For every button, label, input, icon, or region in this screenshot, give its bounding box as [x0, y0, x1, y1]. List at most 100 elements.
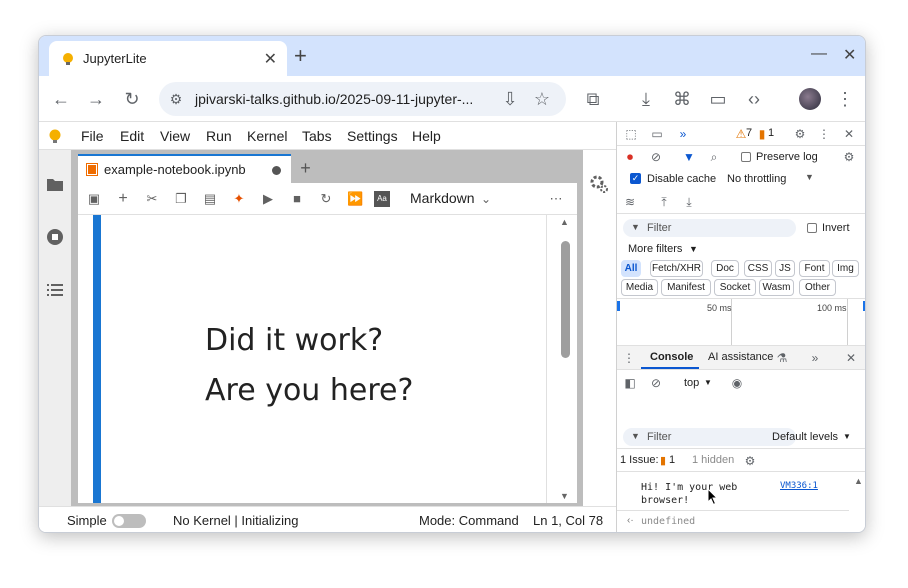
chip-css[interactable]: CSS — [744, 260, 772, 277]
context-chevron-icon[interactable]: ▼ — [704, 378, 712, 387]
close-drawer-icon[interactable]: ✕ — [843, 350, 859, 366]
timeline-handle-left[interactable] — [617, 301, 620, 311]
chip-font[interactable]: Font — [799, 260, 830, 277]
close-window-icon[interactable]: ✕ — [843, 45, 856, 65]
console-sidebar-icon[interactable]: ◧ — [622, 375, 638, 391]
reload-icon[interactable]: ↻ — [121, 88, 143, 110]
chevron-down-icon[interactable]: ⌄ — [478, 191, 494, 207]
new-tab-icon[interactable]: + — [294, 43, 307, 69]
translate-icon[interactable]: ⌘ — [671, 88, 693, 110]
menu-run[interactable]: Run — [206, 128, 232, 144]
more-filters-chevron-icon[interactable]: ▼ — [689, 244, 698, 254]
notebook-tab[interactable]: example-notebook.ipynb — [78, 154, 291, 183]
console-filter-input[interactable]: ▼ Filter — [623, 428, 796, 446]
console-scroll-up-icon[interactable]: ▲ — [854, 476, 863, 486]
simple-mode-toggle[interactable] — [112, 514, 146, 528]
log-levels-chevron-icon[interactable]: ▼ — [843, 432, 851, 441]
close-devtools-icon[interactable]: ✕ — [841, 126, 857, 142]
bookmark-star-icon[interactable]: ☆ — [531, 88, 553, 110]
record-icon[interactable]: ⏺ — [622, 149, 638, 165]
scroll-up-icon[interactable]: ▲ — [560, 217, 569, 227]
scroll-down-icon[interactable]: ▼ — [560, 491, 569, 501]
kernel-status[interactable]: No Kernel | Initializing — [173, 513, 299, 528]
tab-console[interactable]: Console — [641, 346, 699, 369]
menu-kernel[interactable]: Kernel — [247, 128, 287, 144]
menu-tabs[interactable]: Tabs — [302, 128, 332, 144]
chip-img[interactable]: Img — [832, 260, 859, 277]
network-settings-icon[interactable]: ⚙ — [841, 149, 857, 165]
settings-gear-icon[interactable]: ⚙ — [792, 126, 808, 142]
browser-tab[interactable]: JupyterLite ✕ — [49, 41, 287, 76]
cut-icon[interactable]: ✂ — [144, 191, 160, 207]
menu-file[interactable]: File — [81, 128, 104, 144]
more-tabs-icon[interactable]: » — [675, 126, 691, 142]
inspect-element-icon[interactable]: ⬚ — [623, 126, 639, 142]
run-all-icon[interactable]: ⏩ — [347, 191, 363, 207]
stop-icon[interactable]: ■ — [289, 191, 305, 207]
chip-doc[interactable]: Doc — [711, 260, 739, 277]
network-overview-timeline[interactable]: 50 ms 100 ms — [617, 298, 865, 346]
running-kernels-icon[interactable] — [46, 228, 64, 246]
devtools-menu-icon[interactable]: ⋮ — [816, 126, 832, 142]
import-har-icon[interactable]: ⤒ — [656, 194, 672, 210]
notebook-scrollbar[interactable] — [561, 241, 570, 358]
unsaved-dot-icon[interactable] — [272, 166, 281, 175]
more-filters-button[interactable]: More filters — [628, 243, 682, 255]
minimize-icon[interactable]: — — [811, 45, 827, 63]
timeline-handle-right[interactable] — [863, 301, 865, 311]
profile-avatar[interactable] — [799, 88, 821, 110]
menu-help[interactable]: Help — [412, 128, 441, 144]
jupyter-ai-icon[interactable]: ✦ — [231, 191, 247, 207]
chip-socket[interactable]: Socket — [714, 279, 756, 296]
drawer-menu-icon[interactable]: ⋮ — [621, 350, 637, 366]
chip-all[interactable]: All — [621, 260, 641, 277]
cursor-position[interactable]: Ln 1, Col 78 — [533, 513, 603, 528]
preserve-log-checkbox[interactable] — [741, 152, 751, 162]
close-tab-icon[interactable]: ✕ — [264, 49, 277, 69]
property-inspector-gear-icon[interactable] — [589, 174, 609, 194]
device-toolbar-icon[interactable]: ▭ — [707, 88, 729, 110]
more-menu-icon[interactable]: ⋮ — [834, 88, 856, 110]
more-options-icon[interactable]: ⋯ — [548, 191, 564, 207]
issues-flag-icon[interactable]: ▮ — [660, 454, 666, 467]
address-bar[interactable]: ⚙ jpivarski-talks.github.io/2025-09-11-j… — [159, 82, 566, 116]
clear-icon[interactable]: ⊘ — [648, 149, 664, 165]
device-mode-icon[interactable]: ▭ — [649, 126, 665, 142]
tab-ai-assistance[interactable]: AI assistance — [708, 351, 773, 363]
menu-edit[interactable]: Edit — [120, 128, 144, 144]
filter-funnel-icon[interactable]: ▼ — [681, 149, 697, 165]
text-format-icon[interactable]: Aa — [374, 191, 390, 207]
console-settings-icon[interactable]: ⚙ — [742, 453, 758, 469]
console-clear-icon[interactable]: ⊘ — [648, 375, 664, 391]
restart-icon[interactable]: ↻ — [318, 191, 334, 207]
file-browser-icon[interactable] — [46, 175, 64, 193]
save-icon[interactable]: ▣ — [86, 191, 102, 207]
live-expression-eye-icon[interactable]: ◉ — [729, 375, 745, 391]
log-source-link[interactable]: VM336:1 — [780, 481, 818, 491]
markdown-cell[interactable]: Did it work? Are you here? — [101, 215, 547, 503]
search-icon[interactable]: ⌕ — [706, 149, 722, 165]
extensions-icon[interactable]: ⧉ — [582, 88, 604, 110]
chip-media[interactable]: Media — [621, 279, 658, 296]
forward-icon[interactable]: → — [85, 88, 107, 110]
invert-checkbox[interactable] — [807, 223, 817, 233]
back-icon[interactable]: ← — [50, 88, 72, 110]
new-launcher-icon[interactable]: + — [291, 154, 320, 183]
cell-type-select[interactable]: Markdown — [410, 190, 475, 206]
devtools-code-icon[interactable]: ‹› — [743, 88, 765, 110]
copy-icon[interactable]: ❐ — [173, 191, 189, 207]
log-levels-select[interactable]: Default levels — [772, 431, 838, 443]
install-app-icon[interactable]: ⇩ — [499, 88, 521, 110]
chip-manifest[interactable]: Manifest — [661, 279, 711, 296]
chip-wasm[interactable]: Wasm — [759, 279, 794, 296]
menu-view[interactable]: View — [160, 128, 190, 144]
network-conditions-icon[interactable]: ≋ — [622, 194, 638, 210]
menu-settings[interactable]: Settings — [347, 128, 398, 144]
site-info-icon[interactable]: ⚙ — [165, 88, 187, 110]
address-url[interactable]: jpivarski-talks.github.io/2025-09-11-jup… — [195, 91, 473, 107]
issues-badge[interactable]: 1 — [669, 454, 675, 466]
more-drawer-tabs-icon[interactable]: » — [807, 350, 823, 366]
insert-cell-icon[interactable]: + — [115, 191, 131, 207]
chip-js[interactable]: JS — [775, 260, 795, 277]
paste-icon[interactable]: ▤ — [202, 191, 218, 207]
